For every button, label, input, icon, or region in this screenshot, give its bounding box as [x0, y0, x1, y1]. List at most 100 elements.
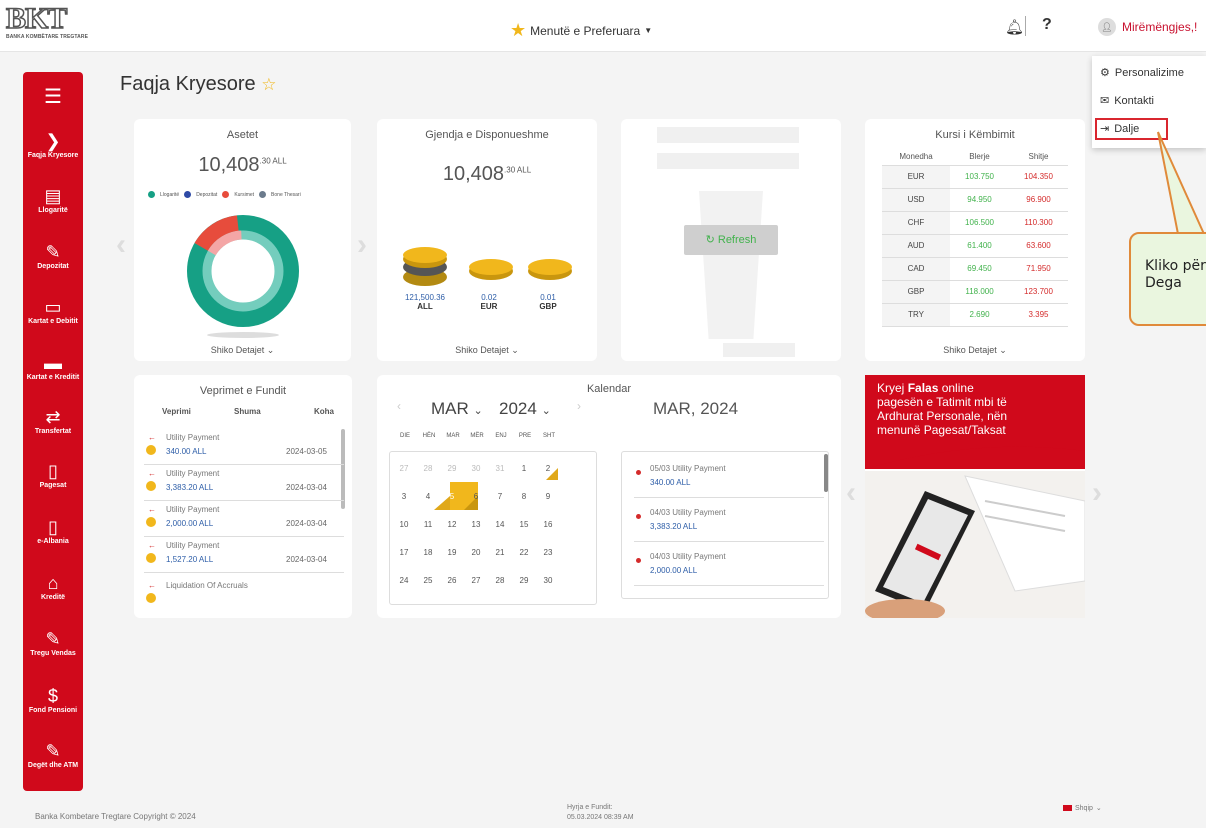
- calendar-day[interactable]: 20: [464, 538, 488, 566]
- chevron-right-icon[interactable]: ›: [1092, 476, 1102, 510]
- calendar-day[interactable]: 13: [464, 510, 488, 538]
- currency-code: TRY: [882, 303, 951, 326]
- year-select[interactable]: 2024 ⌄: [499, 399, 551, 419]
- sidebar-item-debit-cards[interactable]: ▭ Kartat e Debitit: [23, 296, 83, 325]
- sidebar-item-label: Kartat e Debitit: [28, 318, 78, 325]
- chevron-left-icon[interactable]: ‹: [846, 476, 856, 510]
- calendar-grid: 27 28 29 30 31 1 2 3 4 5 6 7 8 9 10 11 1…: [389, 451, 597, 605]
- table-row[interactable]: ← Liquidation Of Accruals: [144, 579, 344, 613]
- transaction-date: 2024-03-04: [286, 555, 327, 564]
- sidebar-item-branches[interactable]: ✎ Degët dhe ATM: [23, 740, 83, 769]
- bell-icon[interactable]: 🔔︎: [1005, 18, 1024, 36]
- language-selector[interactable]: Shqip ⌄: [1063, 804, 1102, 812]
- list-item[interactable]: 04/03 Utility Payment 2,000.00 ALL: [634, 544, 824, 586]
- promo-text-part: online: [938, 381, 974, 395]
- help-button[interactable]: ?: [1042, 16, 1052, 34]
- sidebar-item-label: Kartat e Kreditit: [26, 374, 80, 381]
- column-header: Koha: [314, 407, 334, 416]
- favorites-menu[interactable]: ★ Menutë e Preferuara ▼: [510, 20, 652, 41]
- sidebar-item-accounts[interactable]: ▤ Llogaritë: [23, 185, 83, 214]
- sidebar-item-deposits[interactable]: ✎ Depozitat: [23, 241, 83, 270]
- user-menu[interactable]: 👤︎ Mirëmëngjes,!: [1098, 18, 1197, 36]
- sidebar-menu-toggle[interactable]: ☰: [23, 86, 83, 108]
- star-outline-icon[interactable]: ☆: [261, 75, 276, 94]
- chevron-right-icon[interactable]: ›: [577, 399, 581, 413]
- calendar-day[interactable]: 29: [440, 454, 464, 482]
- table-row[interactable]: ← Utility Payment 340.00 ALL 2024-03-05: [144, 431, 344, 465]
- sidebar-item-market[interactable]: ✎ Tregu Vendas: [23, 628, 83, 657]
- calendar-day[interactable]: 14: [488, 510, 512, 538]
- month-select[interactable]: MAR ⌄: [431, 399, 483, 419]
- promo-banner[interactable]: Kryej Falas online pagesën e Tatimit mbi…: [865, 375, 1085, 618]
- calendar-day[interactable]: 9: [536, 482, 560, 510]
- balance-details-link[interactable]: Shiko Detajet ⌄: [377, 345, 597, 356]
- bkt-logo[interactable]: BKT BANKA KOMBËTARE TREGTARE: [5, 3, 90, 50]
- table-row[interactable]: ← Utility Payment 1,527.20 ALL 2024-03-0…: [144, 539, 344, 573]
- calendar-day[interactable]: 31: [488, 454, 512, 482]
- calendar-day[interactable]: 22: [512, 538, 536, 566]
- chevron-down-icon: ⌄: [473, 405, 483, 417]
- recent-transactions-card: Veprimet e Fundit Veprimi Shuma Koha ← U…: [134, 375, 352, 618]
- scrollbar[interactable]: [824, 454, 828, 492]
- calendar-day[interactable]: 11: [416, 510, 440, 538]
- event-dot: [636, 470, 641, 475]
- calendar-day[interactable]: 26: [440, 566, 464, 594]
- calendar-day[interactable]: 28: [416, 454, 440, 482]
- sidebar-item-transfers[interactable]: ⇄ Transfertat: [23, 406, 83, 435]
- calendar-day[interactable]: 30: [464, 454, 488, 482]
- calendar-day[interactable]: 2: [536, 454, 560, 482]
- calendar-day[interactable]: 28: [488, 566, 512, 594]
- calendar-day[interactable]: 3: [392, 482, 416, 510]
- sell-rate: 104.350: [1024, 172, 1053, 181]
- calendar-day[interactable]: 16: [536, 510, 560, 538]
- user-avatar-icon: 👤︎: [1098, 18, 1116, 36]
- sidebar-item-pension[interactable]: $ Fond Pensioni: [23, 685, 83, 714]
- transaction-description: Utility Payment: [166, 469, 220, 478]
- calendar-day[interactable]: 21: [488, 538, 512, 566]
- chevron-left-icon[interactable]: ‹: [397, 399, 401, 413]
- list-item[interactable]: 05/03 Utility Payment 340.00 ALL: [634, 456, 824, 498]
- calendar-day[interactable]: 7: [488, 482, 512, 510]
- calendar-day[interactable]: 4: [416, 482, 440, 510]
- calendar-day[interactable]: 15: [512, 510, 536, 538]
- menu-item-personalize[interactable]: ⚙ Personalizime: [1100, 66, 1184, 80]
- branches-icon: ✎: [45, 741, 61, 761]
- sidebar-item-loans[interactable]: ⌂ Kreditë: [23, 572, 83, 601]
- copyright-text: Banka Kombetare Tregtare Copyright © 202…: [35, 812, 196, 821]
- menu-item-contact[interactable]: ✉ Kontakti: [1100, 94, 1154, 108]
- calendar-day[interactable]: 6: [464, 482, 488, 510]
- calendar-day[interactable]: 10: [392, 510, 416, 538]
- calendar-day[interactable]: 17: [392, 538, 416, 566]
- table-row[interactable]: ← Utility Payment 2,000.00 ALL 2024-03-0…: [144, 503, 344, 537]
- calendar-day[interactable]: 8: [512, 482, 536, 510]
- calendar-day[interactable]: 12: [440, 510, 464, 538]
- calendar-day[interactable]: 19: [440, 538, 464, 566]
- chevron-right-icon[interactable]: ›: [357, 228, 367, 262]
- assets-details-link[interactable]: Shiko Detajet ⌄: [134, 345, 351, 356]
- list-item[interactable]: 04/03 Utility Payment 3,383.20 ALL: [634, 500, 824, 542]
- sidebar-item-credit-cards[interactable]: ▬ Kartat e Kreditit: [23, 352, 83, 381]
- calendar-day-selected[interactable]: 5: [440, 482, 464, 510]
- refresh-button[interactable]: ↻ Refresh: [684, 225, 778, 255]
- table-row[interactable]: ← Utility Payment 3,383.20 ALL 2024-03-0…: [144, 467, 344, 501]
- calendar-day[interactable]: 27: [464, 566, 488, 594]
- calendar-day[interactable]: 29: [512, 566, 536, 594]
- coin-icon: [146, 517, 156, 527]
- calendar-day[interactable]: 1: [512, 454, 536, 482]
- calendar-day[interactable]: 24: [392, 566, 416, 594]
- calendar-day[interactable]: 25: [416, 566, 440, 594]
- currency-code: CHF: [882, 211, 951, 234]
- event-label: 04/03 Utility Payment: [650, 508, 726, 517]
- calendar-day[interactable]: 18: [416, 538, 440, 566]
- coin-currency: ALL: [417, 302, 433, 311]
- sidebar-item-payments[interactable]: ▯ Pagesat: [23, 460, 83, 489]
- calendar-day[interactable]: 23: [536, 538, 560, 566]
- chevron-left-icon[interactable]: ‹: [116, 228, 126, 262]
- calendar-day[interactable]: 30: [536, 566, 560, 594]
- weekday-label: SHT: [543, 433, 555, 439]
- exchange-details-link[interactable]: Shiko Detajet ⌄: [865, 345, 1085, 356]
- chevron-down-icon: ⌄: [541, 405, 551, 417]
- sidebar-item-home[interactable]: ❯ Faqja Kryesore: [23, 130, 83, 159]
- sidebar-item-e-albania[interactable]: ▯ e-Albania: [23, 516, 83, 545]
- calendar-day[interactable]: 27: [392, 454, 416, 482]
